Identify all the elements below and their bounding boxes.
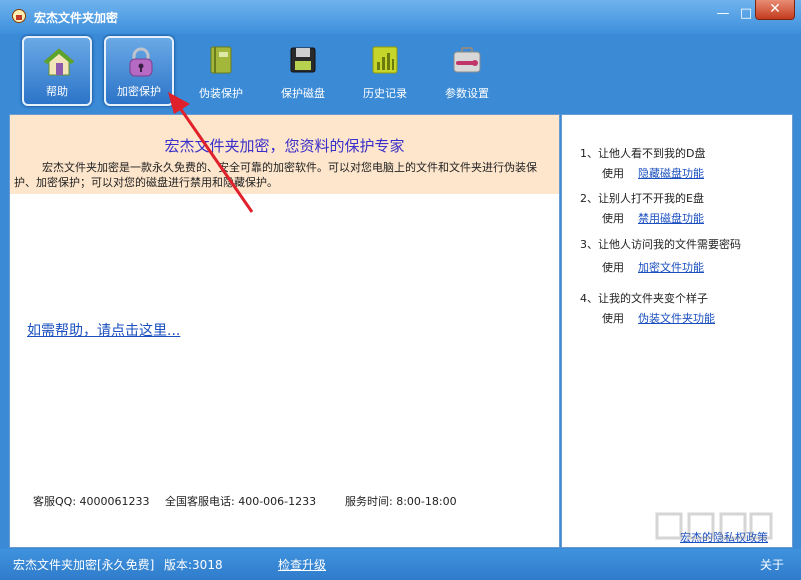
contact-qq: 客服QQ: 4000061233 <box>33 495 150 508</box>
title-bar[interactable]: 宏杰文件夹加密 — □ ✕ <box>0 0 801 34</box>
tip-use-row: 使用 禁用磁盘功能 <box>602 210 704 226</box>
tip-link-encrypt-file[interactable]: 加密文件功能 <box>638 261 704 274</box>
tip-question: 4、让我的文件夹变个样子 <box>580 292 708 305</box>
tips-panel: 1、让他人看不到我的D盘 使用 隐藏磁盘功能 2、让别人打不开我的E盘 使用 禁用磁… <box>561 114 793 548</box>
lock-app-icon <box>12 9 26 23</box>
tip-link-hide-disk[interactable]: 隐藏磁盘功能 <box>638 167 704 180</box>
check-update-link[interactable]: 检查升级 <box>278 556 326 573</box>
toolbar-help-label: 帮助 <box>46 85 68 98</box>
padlock-icon <box>129 47 153 77</box>
tip-use-row: 使用 加密文件功能 <box>602 259 704 275</box>
tip-link-disable-disk[interactable]: 禁用磁盘功能 <box>638 212 704 225</box>
toolbar-settings-label: 参数设置 <box>445 87 489 100</box>
toolbar-history-label: 历史记录 <box>363 87 407 100</box>
tip-use-label: 使用 <box>602 212 624 225</box>
app-window: 宏杰文件夹加密 — □ ✕ 帮助 加密保护 伪装保护 保护磁盘 历史记录 参数设… <box>0 0 801 580</box>
notebook-icon <box>210 46 232 74</box>
toolbar-disguise-button[interactable]: 伪装保护 <box>186 36 256 106</box>
window-title: 宏杰文件夹加密 <box>34 11 119 25</box>
banner-title: 宏杰文件夹加密，您资料的保护专家 <box>164 137 405 155</box>
tip-use-label: 使用 <box>602 167 624 180</box>
toolbox-wrench-icon <box>453 47 481 73</box>
intro-banner: 宏杰文件夹加密，您资料的保护专家 宏杰文件夹加密是一款永久免费的、安全可靠的加密… <box>10 115 559 194</box>
watermark-logo <box>655 512 773 540</box>
toolbar-history-button[interactable]: 历史记录 <box>350 36 420 106</box>
close-button[interactable]: ✕ <box>755 0 795 20</box>
toolbar-disk-label: 保护磁盘 <box>281 87 325 100</box>
service-hours: 服务时间: 8:00-18:00 <box>345 495 457 508</box>
floppy-disk-icon <box>290 47 316 73</box>
toolbar-encrypt-label: 加密保护 <box>117 85 161 98</box>
product-name: 宏杰文件夹加密[永久免费] <box>13 558 155 572</box>
tip-use-row: 使用 隐藏磁盘功能 <box>602 165 704 181</box>
toolbar-disk-button[interactable]: 保护磁盘 <box>268 36 338 106</box>
toolbar-encrypt-button[interactable]: 加密保护 <box>104 36 174 106</box>
toolbar-help-button[interactable]: 帮助 <box>22 36 92 106</box>
banner-description: 宏杰文件夹加密是一款永久免费的、安全可靠的加密软件。可以对您电脑上的文件和文件夹… <box>14 161 537 189</box>
toolbar: 帮助 加密保护 伪装保护 保护磁盘 历史记录 参数设置 <box>0 34 801 114</box>
contact-phone: 全国客服电话: 400-006-1233 <box>165 495 317 508</box>
tip-question: 2、让别人打不开我的E盘 <box>580 192 704 205</box>
tip-link-disguise-folder[interactable]: 伪装文件夹功能 <box>638 312 715 325</box>
home-icon <box>43 48 75 76</box>
help-link[interactable]: 如需帮助，请点击这里... <box>27 320 180 340</box>
tip-question: 1、让他人看不到我的D盘 <box>580 147 706 160</box>
toolbar-settings-button[interactable]: 参数设置 <box>432 36 502 106</box>
maximize-icon[interactable]: □ <box>739 7 753 21</box>
main-panel: 宏杰文件夹加密，您资料的保护专家 宏杰文件夹加密是一款永久免费的、安全可靠的加密… <box>9 114 560 548</box>
tip-use-row: 使用 伪装文件夹功能 <box>602 310 715 326</box>
toolbar-disguise-label: 伪装保护 <box>199 87 243 100</box>
tip-use-label: 使用 <box>602 312 624 325</box>
about-link[interactable]: 关于 <box>760 556 784 573</box>
version-label: 版本:3018 <box>164 558 223 572</box>
history-chart-icon <box>372 46 398 74</box>
minimize-icon[interactable]: — <box>716 7 730 21</box>
tip-use-label: 使用 <box>602 261 624 274</box>
tip-question: 3、让他人访问我的文件需要密码 <box>580 238 741 251</box>
